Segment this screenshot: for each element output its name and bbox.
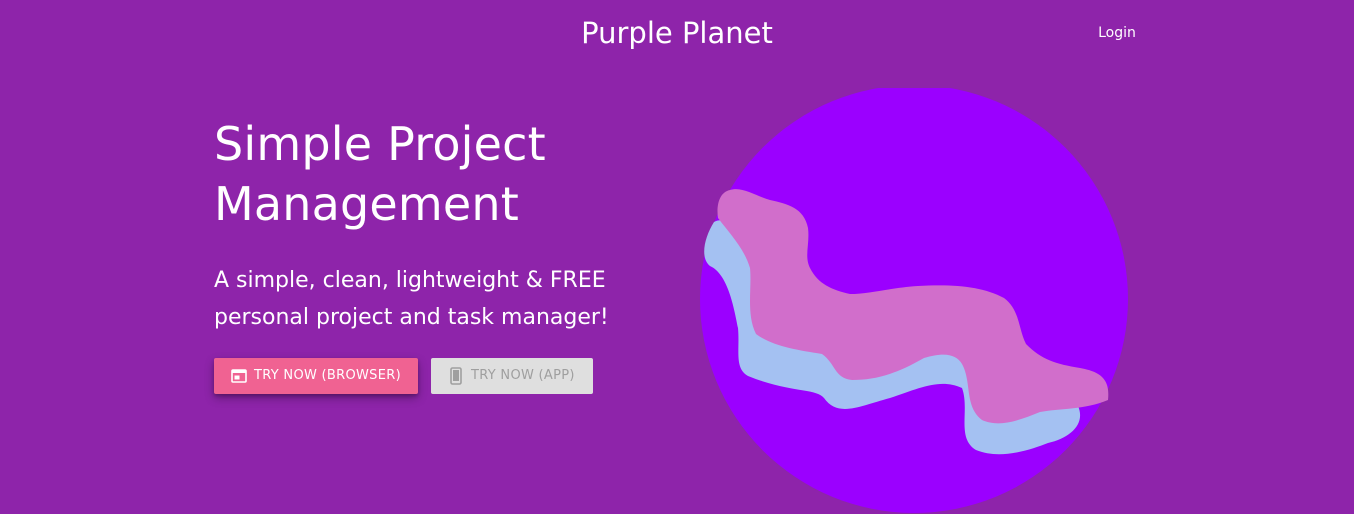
brand-title[interactable]: Purple Planet: [0, 14, 1354, 52]
login-link[interactable]: Login: [1088, 22, 1146, 44]
browser-window-icon: [230, 367, 248, 385]
purple-planet-illustration: [700, 88, 1128, 513]
mobile-phone-icon: [447, 367, 465, 385]
try-now-app-button[interactable]: TRY NOW (APP): [431, 358, 593, 394]
hero-headline: Simple Project Management: [214, 117, 546, 231]
try-now-app-label: TRY NOW (APP): [471, 368, 575, 383]
hero-section: Simple Project Management A simple, clea…: [214, 114, 674, 336]
try-now-browser-button[interactable]: TRY NOW (BROWSER): [214, 358, 418, 394]
try-now-browser-label: TRY NOW (BROWSER): [254, 368, 401, 383]
hero-tagline: A simple, clean, lightweight & FREE pers…: [214, 268, 609, 330]
navbar: Purple Planet Login: [0, 0, 1354, 66]
